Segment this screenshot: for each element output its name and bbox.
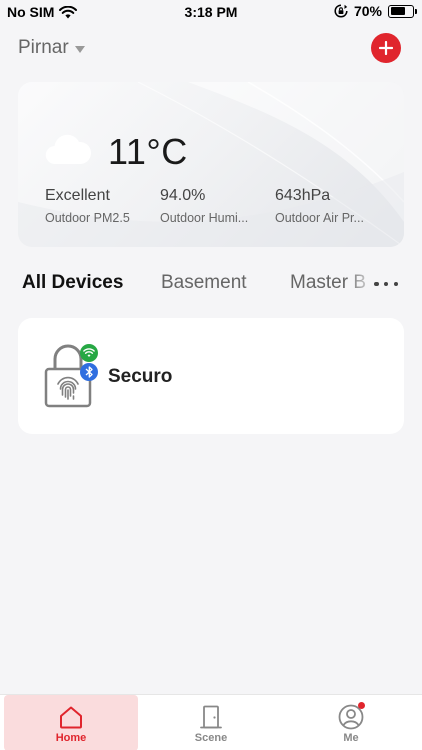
home-name: Pirnar bbox=[18, 37, 69, 58]
home-icon bbox=[60, 706, 82, 729]
door-icon bbox=[200, 705, 222, 729]
metric-air-pressure: 643hPa Outdoor Air Pr... bbox=[275, 187, 364, 225]
metric-humidity: 94.0% Outdoor Humi... bbox=[160, 187, 248, 225]
metric-label: Outdoor Air Pr... bbox=[275, 211, 364, 225]
orientation-lock-icon bbox=[334, 4, 348, 18]
tab-label: Scene bbox=[194, 732, 228, 744]
status-bar: No SIM 3:18 PM 70% bbox=[0, 0, 422, 24]
battery-percent: 70% bbox=[353, 3, 382, 19]
tab-label: Home bbox=[55, 732, 87, 744]
tab-icon-wrap bbox=[200, 704, 222, 730]
plus-icon bbox=[379, 41, 393, 55]
battery-fill bbox=[390, 7, 406, 15]
more-dot bbox=[383, 281, 389, 287]
more-tabs-button[interactable] bbox=[374, 273, 398, 295]
notification-dot bbox=[358, 702, 365, 709]
metric-pm25: Excellent Outdoor PM2.5 bbox=[45, 187, 130, 225]
metric-value: Excellent bbox=[45, 187, 110, 204]
tab-me[interactable]: Me bbox=[284, 695, 418, 750]
metric-value: 643hPa bbox=[275, 187, 331, 204]
tab-home[interactable]: Home bbox=[4, 695, 138, 750]
caret-down-icon bbox=[74, 45, 85, 53]
metric-label: Outdoor Humi... bbox=[160, 211, 249, 225]
more-dot bbox=[393, 281, 398, 287]
metric-value: 94.0% bbox=[160, 187, 206, 204]
bottom-tab-bar: Home Scene Me bbox=[0, 694, 422, 750]
add-device-button[interactable] bbox=[371, 33, 401, 63]
device-card[interactable]: Securo bbox=[18, 318, 404, 434]
tab-icon-wrap bbox=[58, 704, 84, 730]
wifi-badge bbox=[80, 344, 98, 362]
wifi-icon bbox=[83, 348, 95, 357]
device-name: Securo bbox=[108, 366, 173, 387]
cloud-icon bbox=[45, 134, 92, 165]
bluetooth-icon bbox=[85, 366, 93, 378]
battery-icon bbox=[388, 4, 417, 18]
tab-label: Me bbox=[343, 732, 359, 744]
bluetooth-badge bbox=[80, 363, 98, 381]
temperature: 11°C bbox=[108, 131, 188, 172]
tab-all-devices[interactable]: All Devices bbox=[22, 272, 123, 294]
tab-fade bbox=[346, 272, 376, 300]
home-selector[interactable]: Pirnar bbox=[18, 37, 85, 59]
tab-scene[interactable]: Scene bbox=[144, 695, 278, 750]
more-dot bbox=[374, 281, 379, 287]
room-tabs: All Devices Basement Master B bbox=[0, 272, 422, 300]
metric-label: Outdoor PM2.5 bbox=[45, 211, 130, 225]
tab-basement[interactable]: Basement bbox=[161, 272, 247, 294]
status-right: 70% bbox=[334, 3, 417, 19]
weather-card[interactable]: 11°C Excellent Outdoor PM2.5 94.0% Outdo… bbox=[18, 82, 404, 247]
